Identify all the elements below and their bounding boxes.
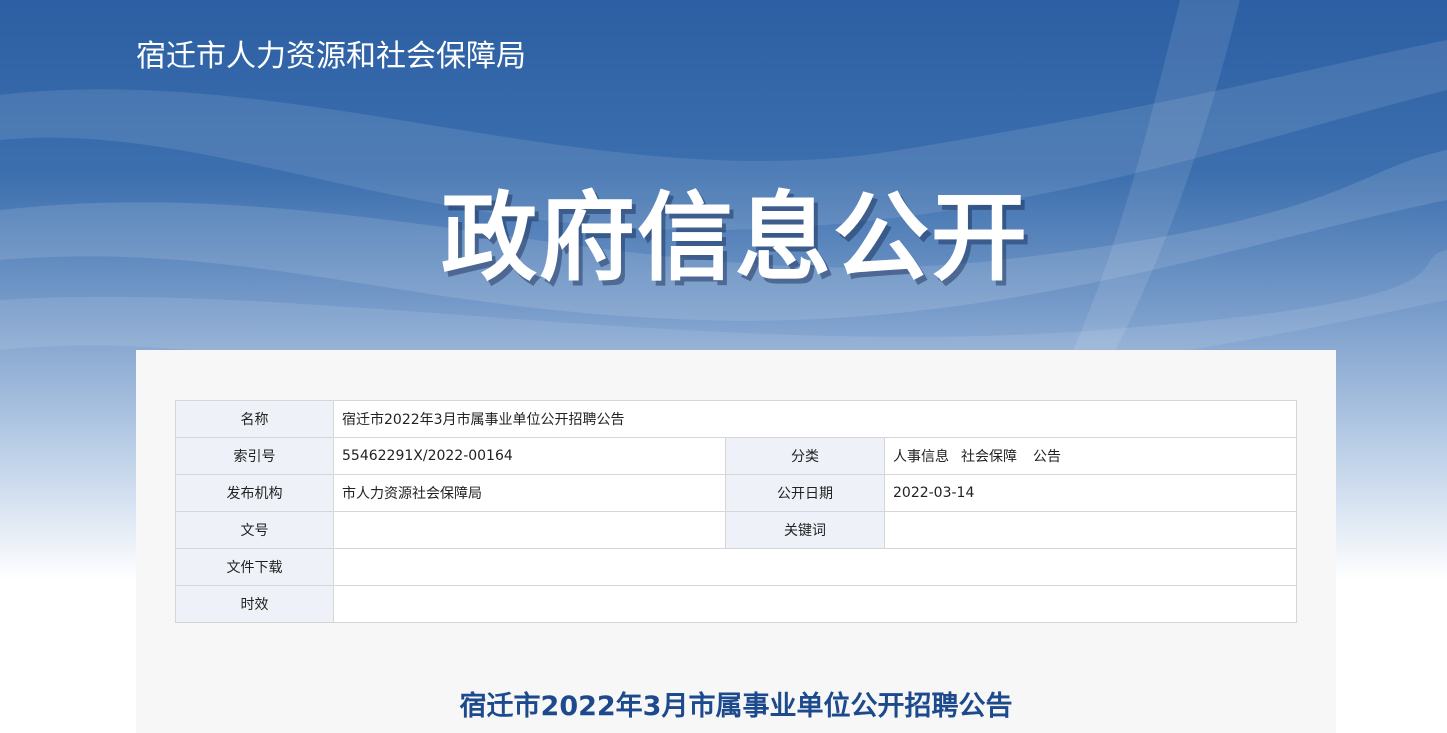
name-label: 名称 [175, 400, 334, 438]
article-title: 宿迁市2022年3月市属事业单位公开招聘公告 [459, 691, 1013, 722]
publisher-label: 发布机构 [175, 474, 334, 512]
date-value: 2022-03-14 [883, 474, 1298, 512]
index-value: 55462291X/2022-00164 [333, 437, 726, 475]
category-item: 社会保障 [961, 449, 1017, 465]
table-row: 时效 [175, 585, 1298, 623]
publisher-value: 市人力资源社会保障局 [333, 474, 726, 512]
docno-value [333, 511, 726, 549]
validity-value [332, 585, 1298, 623]
category-item: 公告 [1033, 449, 1061, 465]
category-label: 分类 [725, 437, 885, 475]
validity-label: 时效 [175, 585, 334, 623]
name-value: 宿迁市2022年3月市属事业单位公开招聘公告 [332, 400, 1298, 438]
keywords-value [883, 511, 1298, 549]
table-row: 名称 宿迁市2022年3月市属事业单位公开招聘公告 [175, 400, 1298, 438]
keywords-label: 关键词 [725, 511, 885, 549]
content-panel: 名称 宿迁市2022年3月市属事业单位公开招聘公告 索引号 55462291X/… [136, 350, 1336, 733]
info-table: 名称 宿迁市2022年3月市属事业单位公开招聘公告 索引号 55462291X/… [175, 400, 1298, 623]
table-row: 文件下载 [175, 548, 1298, 586]
table-row: 文号 关键词 [175, 511, 1298, 549]
download-label: 文件下载 [175, 548, 334, 586]
site-title[interactable]: 宿迁市人力资源和社会保障局 [136, 31, 526, 75]
category-value: 人事信息 社会保障 公告 [883, 437, 1298, 475]
table-row: 发布机构 市人力资源社会保障局 公开日期 2022-03-14 [175, 474, 1298, 512]
hero-title: 政府信息公开 [441, 182, 1029, 294]
docno-label: 文号 [175, 511, 334, 549]
download-value[interactable] [332, 548, 1298, 586]
category-item: 人事信息 [893, 449, 949, 465]
index-label: 索引号 [175, 437, 334, 475]
table-row: 索引号 55462291X/2022-00164 分类 人事信息 社会保障 公告 [175, 437, 1298, 475]
date-label: 公开日期 [725, 474, 885, 512]
